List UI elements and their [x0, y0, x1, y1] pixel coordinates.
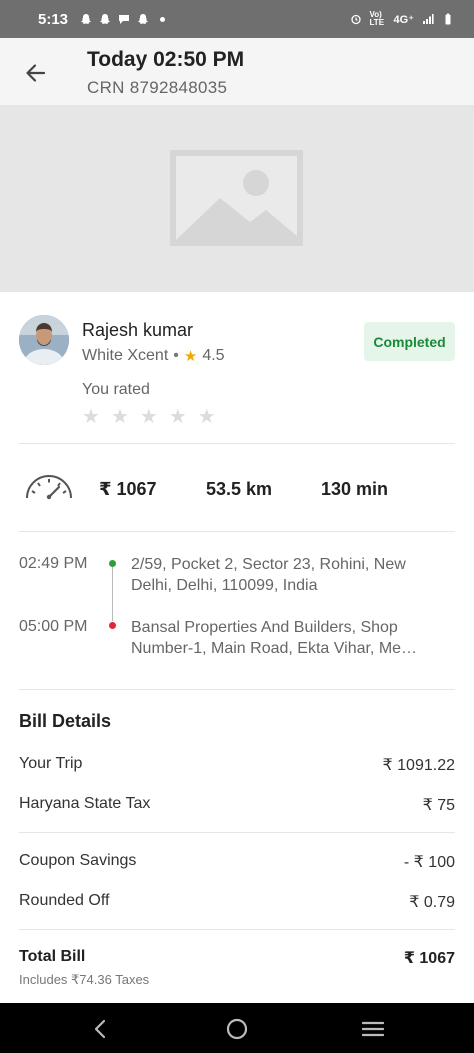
bill-row-state-tax: Haryana State Tax ₹ 75	[19, 795, 455, 815]
trip-fare: ₹ 1067	[99, 479, 157, 499]
rating-star-2-icon[interactable]: ★	[111, 404, 129, 429]
drop-time: 05:00 PM	[19, 618, 88, 635]
drop-address: Bansal Properties And Builders, Shop Num…	[131, 619, 418, 657]
car-model: White Xcent	[82, 347, 169, 364]
chat-icon	[119, 15, 130, 24]
trip-distance: 53.5 km	[206, 479, 273, 499]
divider	[19, 443, 455, 444]
taxes-note: Includes ₹74.36 Taxes	[19, 972, 150, 987]
battery-icon	[445, 13, 451, 25]
driver-photo-icon	[19, 315, 69, 365]
nav-back-button[interactable]	[85, 1015, 115, 1043]
signal-icon	[423, 14, 434, 24]
back-arrow-icon	[26, 64, 46, 82]
snapchat-icon	[100, 14, 111, 24]
driver-name: Rajesh kumar	[82, 320, 194, 340]
rating-star-4-icon[interactable]: ★	[169, 404, 187, 429]
bill-value: ₹ 75	[422, 797, 455, 814]
status-badge: Completed	[364, 322, 455, 361]
bill-label: Haryana State Tax	[19, 795, 151, 812]
rating-star-icon: ★	[183, 348, 198, 365]
nav-back-icon	[94, 1019, 106, 1039]
nav-menu-button[interactable]	[358, 1015, 388, 1043]
divider	[19, 531, 455, 532]
bill-value: ₹ 0.79	[409, 894, 455, 911]
bill-row-coupon: Coupon Savings - ₹ 100	[19, 852, 455, 872]
divider	[19, 689, 455, 690]
alarm-icon	[350, 14, 361, 25]
page-title: Today 02:50 PM	[87, 48, 245, 71]
more-notifications-dot-icon	[160, 16, 166, 22]
divider	[19, 929, 455, 930]
speedometer-icon	[26, 475, 72, 500]
trip-duration: 130 min	[321, 479, 389, 499]
status-right-icons: Vo) LTE 4G⁺	[350, 11, 454, 27]
driver-avatar	[19, 315, 69, 365]
snapchat-icon	[81, 14, 92, 24]
network-label: 4G⁺	[393, 13, 414, 26]
route-line	[112, 567, 113, 621]
snapchat-icon	[138, 14, 149, 24]
bill-details-title: Bill Details	[19, 711, 112, 731]
nav-home-button[interactable]	[222, 1015, 252, 1043]
image-placeholder-icon	[170, 150, 303, 246]
divider	[19, 832, 455, 833]
user-rating-stars: ★ ★ ★ ★ ★	[82, 404, 216, 429]
app-bar: Today 02:50 PM CRN 8792848035	[0, 38, 474, 106]
total-bill-value: ₹ 1067	[403, 950, 455, 967]
total-bill-row: Total Bill ₹ 1067	[19, 948, 455, 968]
volte-label: Vo) LTE	[369, 10, 385, 27]
rating-star-1-icon[interactable]: ★	[82, 404, 100, 429]
car-info: White Xcent • ★ 4.5	[82, 347, 225, 365]
pickup-dot-icon	[109, 560, 116, 567]
crn-number: CRN 8792848035	[87, 78, 228, 97]
status-bar: 5:13 Vo) LTE 4G⁺	[0, 0, 474, 38]
system-nav-bar	[0, 1003, 474, 1053]
you-rated-label: You rated	[82, 381, 150, 398]
pickup-address: 2/59, Pocket 2, Sector 23, Rohini, New D…	[131, 556, 406, 594]
driver-rating: 4.5	[202, 347, 225, 364]
bill-value: - ₹ 100	[403, 854, 455, 871]
trip-summary: ₹ 1067 53.5 km 130 min	[0, 462, 474, 516]
bill-row-trip: Your Trip ₹ 1091.22	[19, 755, 455, 775]
drop-dot-icon	[109, 622, 116, 629]
bill-row-rounded-off: Rounded Off ₹ 0.79	[19, 892, 455, 912]
route-map	[0, 106, 474, 292]
bill-label: Coupon Savings	[19, 852, 137, 869]
rating-star-3-icon[interactable]: ★	[140, 404, 158, 429]
notification-icons	[80, 13, 166, 25]
bill-label: Your Trip	[19, 755, 83, 772]
bill-label: Rounded Off	[19, 892, 110, 909]
nav-menu-icon	[362, 1021, 384, 1037]
rating-star-5-icon[interactable]: ★	[198, 404, 216, 429]
total-bill-label: Total Bill	[19, 948, 86, 965]
pickup-time: 02:49 PM	[19, 555, 88, 572]
back-button[interactable]	[18, 56, 52, 90]
separator-dot: •	[173, 347, 179, 364]
status-time: 5:13	[38, 10, 69, 28]
bill-value: ₹ 1091.22	[382, 757, 455, 774]
nav-home-icon	[226, 1018, 248, 1040]
